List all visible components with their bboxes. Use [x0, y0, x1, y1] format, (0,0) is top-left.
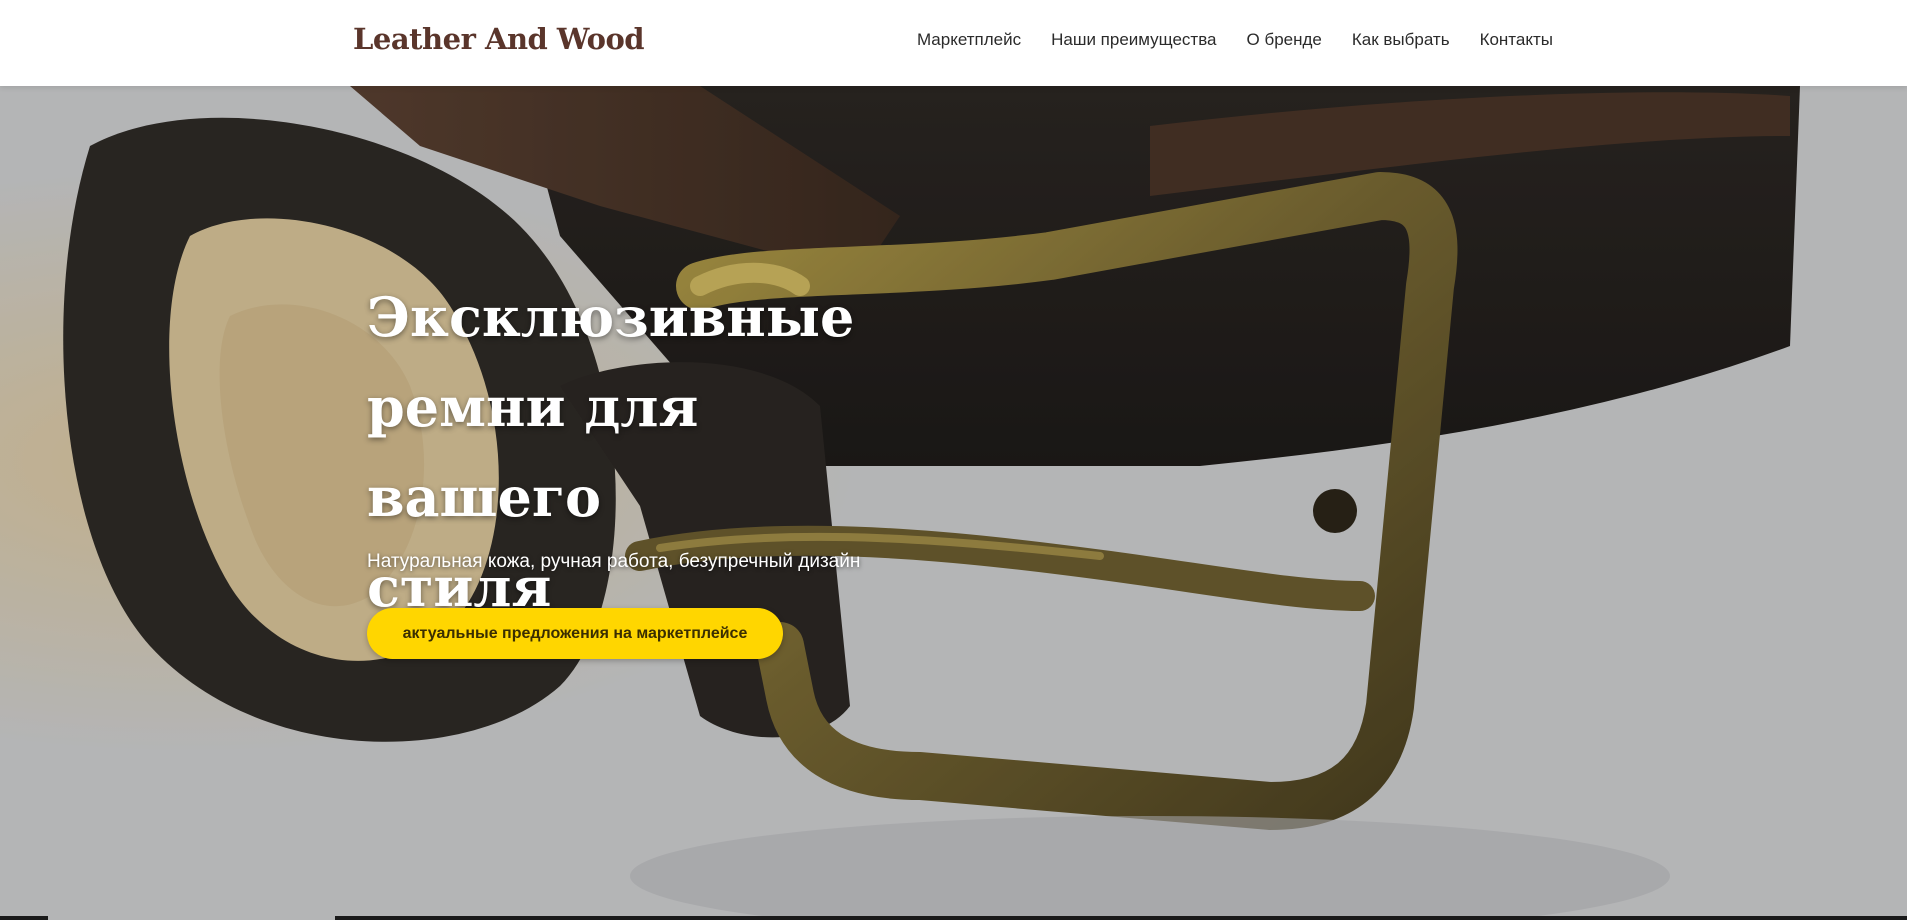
- hero-subtitle: Натуральная кожа, ручная работа, безупре…: [367, 551, 861, 572]
- nav-item-marketplace[interactable]: Маркетплейс: [917, 30, 1021, 50]
- nav-item-contacts[interactable]: Контакты: [1480, 30, 1553, 50]
- hero-title-line-1: Эксклюзивные: [367, 285, 855, 349]
- site-header: Leather And Wood Маркетплейс Наши преиму…: [0, 0, 1907, 86]
- brand-logo[interactable]: Leather And Wood: [353, 22, 645, 56]
- bottom-edge-strip: [0, 916, 1907, 920]
- hero-section: Эксклюзивные ремни для вашего стиля Нату…: [0, 86, 1907, 920]
- marketplace-offers-button[interactable]: актуальные предложения на маркетплейсе: [367, 608, 783, 659]
- hero-title-line-2: ремни для вашего: [367, 375, 699, 529]
- main-nav: Маркетплейс Наши преимущества О бренде К…: [917, 30, 1553, 50]
- nav-item-how-to-choose[interactable]: Как выбрать: [1352, 30, 1450, 50]
- hero-overlay: [0, 86, 1907, 920]
- hero-title: Эксклюзивные ремни для вашего стиля: [367, 272, 927, 632]
- nav-item-about-brand[interactable]: О бренде: [1247, 30, 1322, 50]
- nav-item-advantages[interactable]: Наши преимущества: [1051, 30, 1216, 50]
